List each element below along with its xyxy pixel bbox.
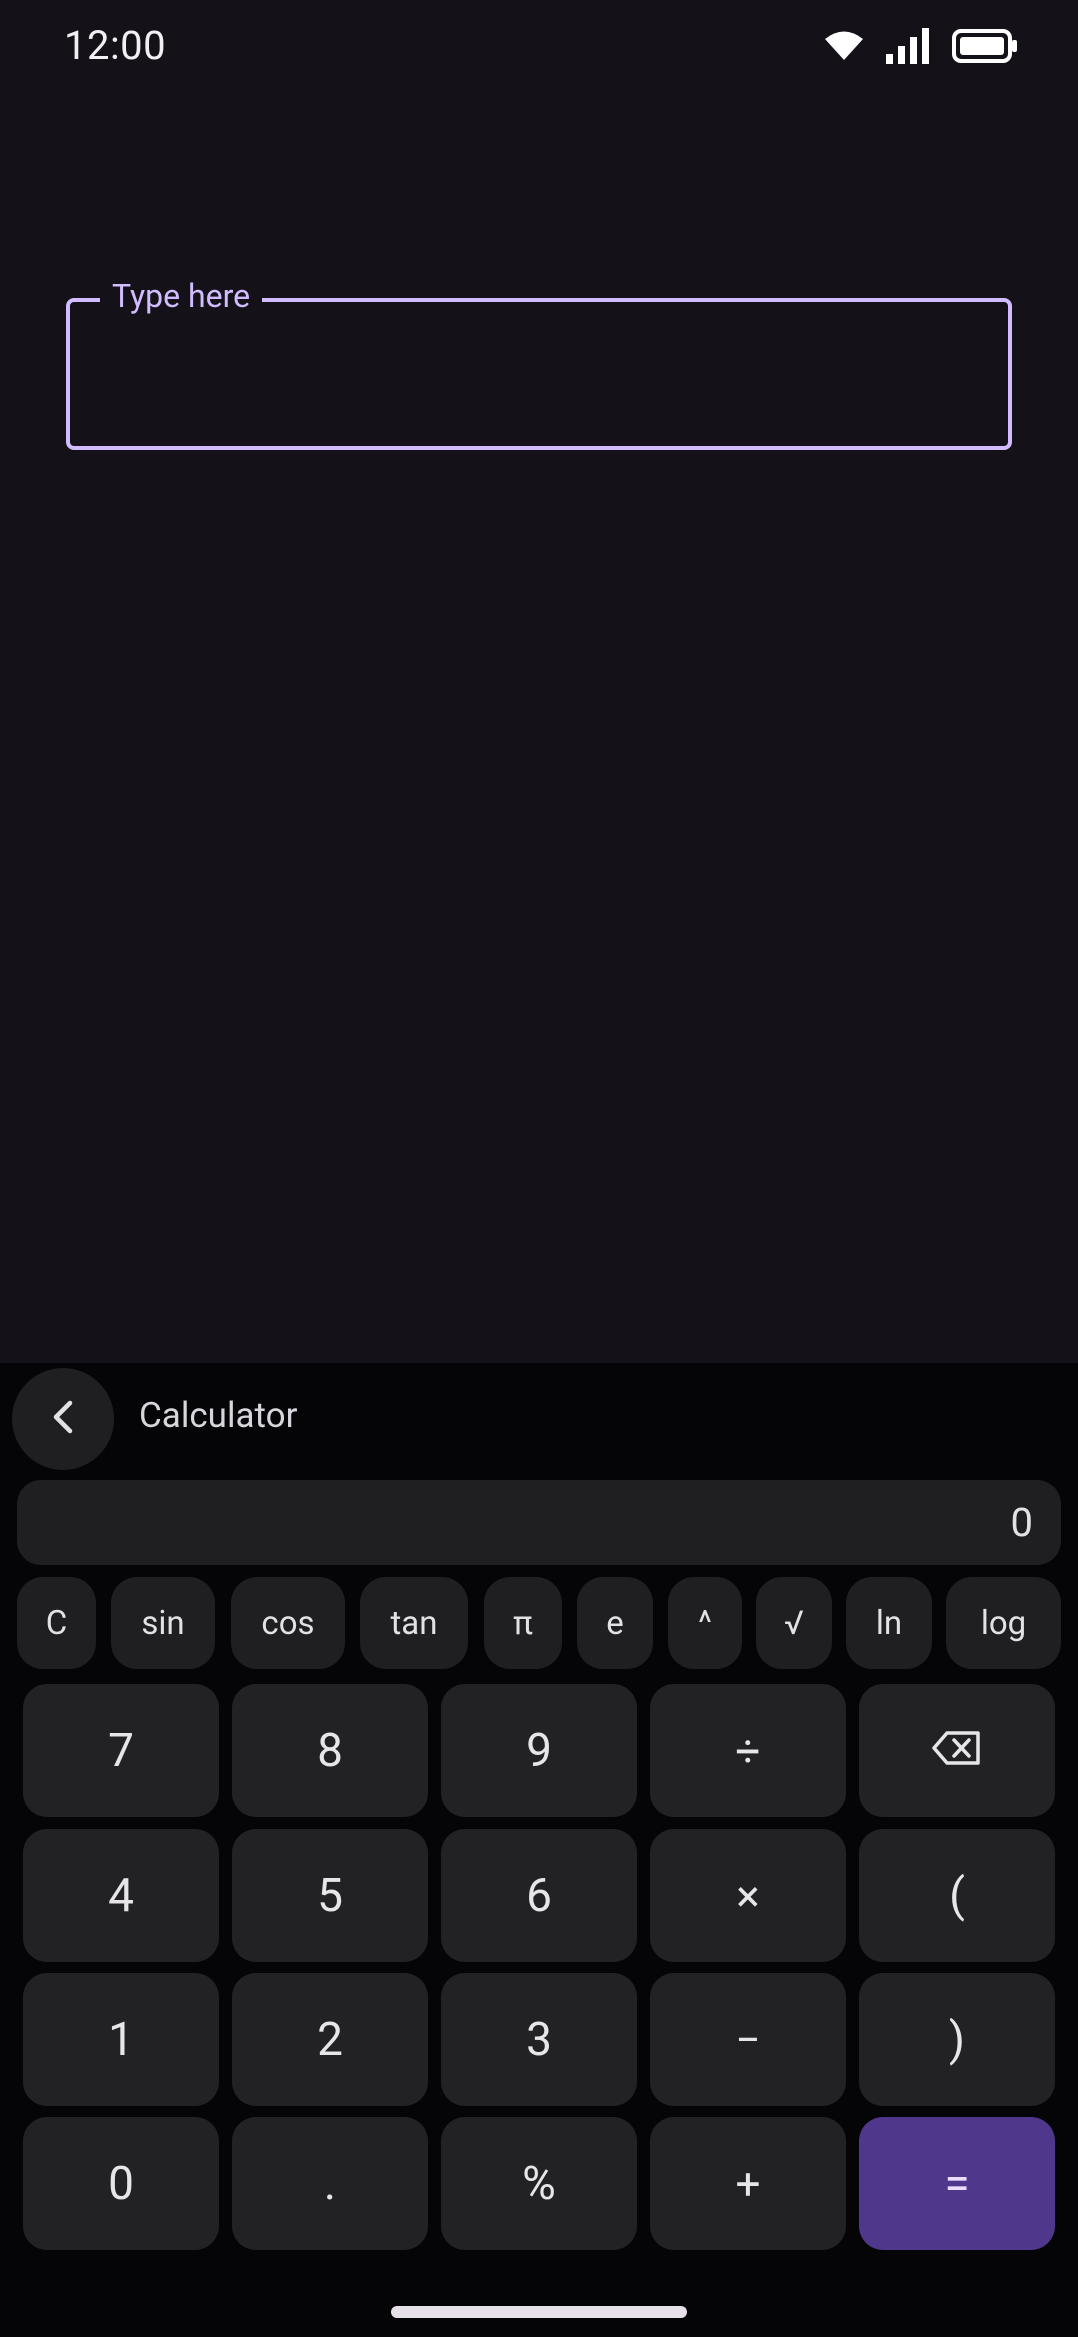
- close-paren-key[interactable]: ): [859, 1973, 1055, 2106]
- key-7[interactable]: 7: [23, 1684, 219, 1817]
- text-field[interactable]: Type here: [66, 276, 1012, 450]
- key-4[interactable]: 4: [23, 1829, 219, 1962]
- calculator-display: 0: [17, 1480, 1061, 1565]
- cos-key[interactable]: cos: [231, 1577, 345, 1669]
- signal-icon: [886, 28, 930, 64]
- screen: 12:00 Type here Calculator 0 C sin cos t…: [0, 0, 1078, 2337]
- percent-key[interactable]: %: [441, 2117, 637, 2250]
- battery-icon: [952, 29, 1018, 63]
- key-8[interactable]: 8: [232, 1684, 428, 1817]
- sqrt-key[interactable]: √: [756, 1577, 832, 1669]
- status-bar: 12:00: [0, 0, 1078, 96]
- gesture-nav-handle[interactable]: [391, 2306, 687, 2318]
- tan-key[interactable]: tan: [360, 1577, 468, 1669]
- key-6[interactable]: 6: [441, 1829, 637, 1962]
- status-icons: [824, 28, 1018, 64]
- decimal-key[interactable]: .: [232, 2117, 428, 2250]
- log-key[interactable]: log: [946, 1577, 1061, 1669]
- divide-key[interactable]: ÷: [650, 1684, 846, 1817]
- power-key[interactable]: ^: [668, 1577, 742, 1669]
- calculator-keyboard: Calculator 0 C sin cos tan π e ^ √ ln lo…: [0, 1363, 1078, 2337]
- key-3[interactable]: 3: [441, 1973, 637, 2106]
- sin-key[interactable]: sin: [111, 1577, 215, 1669]
- clear-key[interactable]: C: [17, 1577, 96, 1669]
- keyboard-title: Calculator: [139, 1395, 298, 1436]
- key-5[interactable]: 5: [232, 1829, 428, 1962]
- backspace-key[interactable]: [859, 1684, 1055, 1817]
- open-paren-key[interactable]: (: [859, 1829, 1055, 1962]
- euler-key[interactable]: e: [577, 1577, 653, 1669]
- backspace-icon: [932, 1724, 982, 1778]
- chevron-left-icon: [48, 1399, 78, 1439]
- key-2[interactable]: 2: [232, 1973, 428, 2106]
- text-field-label: Type here: [100, 276, 263, 316]
- ln-key[interactable]: ln: [846, 1577, 932, 1669]
- keyboard-header: Calculator: [0, 1363, 1078, 1475]
- key-1[interactable]: 1: [23, 1973, 219, 2106]
- key-9[interactable]: 9: [441, 1684, 637, 1817]
- key-0[interactable]: 0: [23, 2117, 219, 2250]
- multiply-key[interactable]: ×: [650, 1829, 846, 1962]
- plus-key[interactable]: +: [650, 2117, 846, 2250]
- status-time: 12:00: [64, 22, 167, 69]
- text-field-input[interactable]: [70, 302, 1008, 446]
- equals-key[interactable]: =: [859, 2117, 1055, 2250]
- minus-key[interactable]: −: [650, 1973, 846, 2106]
- function-row: C sin cos tan π e ^ √ ln log: [17, 1577, 1061, 1669]
- pi-key[interactable]: π: [484, 1577, 562, 1669]
- wifi-icon: [824, 30, 864, 62]
- back-button[interactable]: [12, 1368, 114, 1470]
